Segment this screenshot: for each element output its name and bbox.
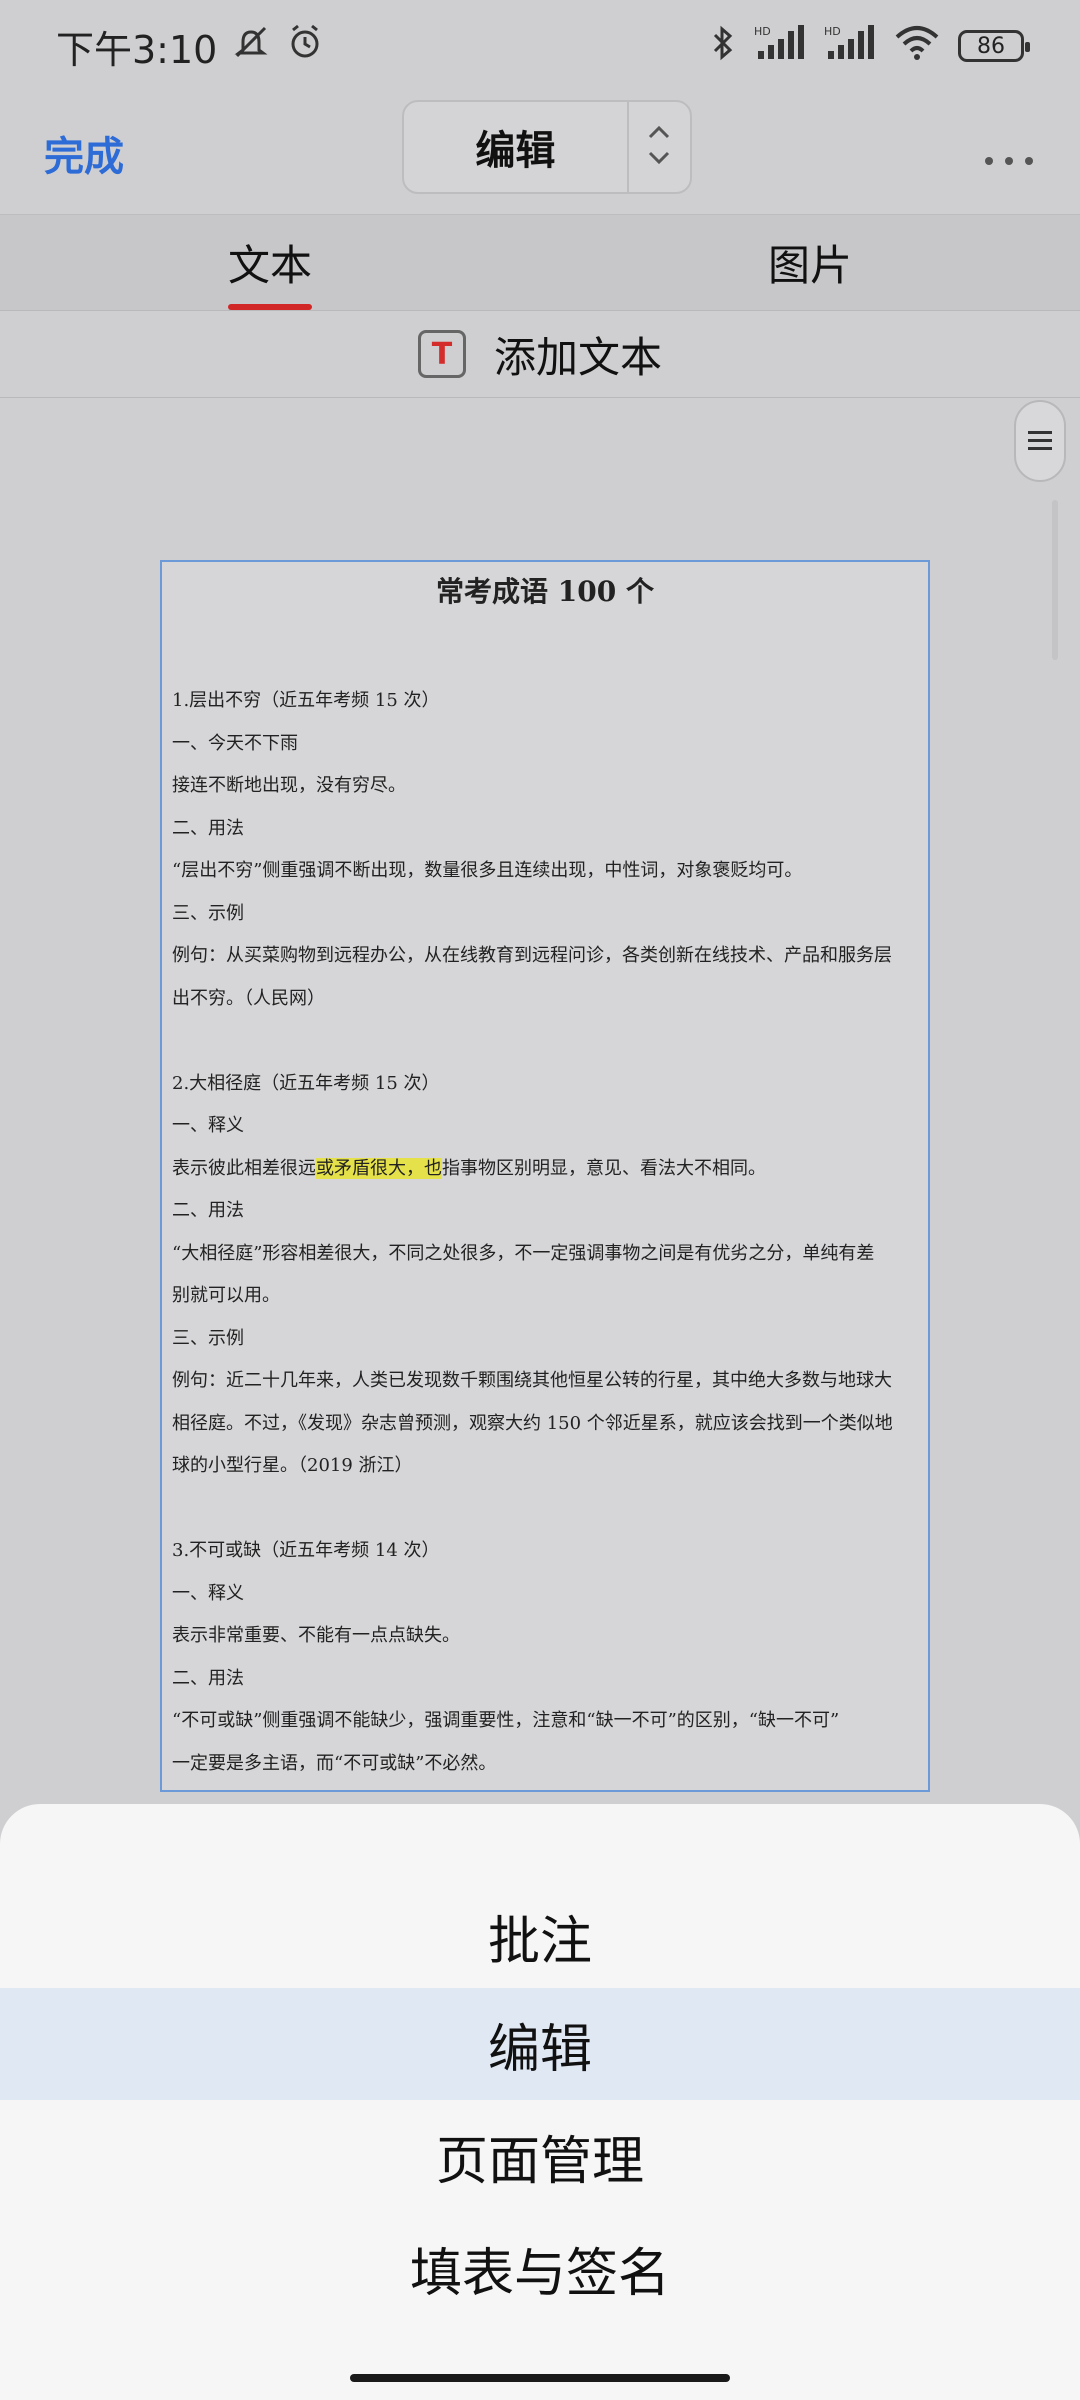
signal-hd-icon: HD (754, 23, 806, 70)
doc-line[interactable]: 相径庭。不过，《发现》杂志曾预测，观察大约 150 个邻近星系，就应该会找到一个… (172, 1403, 918, 1446)
doc-line[interactable]: 一、今天不下雨 (172, 723, 918, 766)
doc-line-highlighted[interactable]: 表示彼此相差很远或矛盾很大，也指事物区别明显，意见、看法大不相同。 (172, 1148, 918, 1191)
doc-line[interactable]: 例句：从买菜购物到远程办公，从在线教育到远程问诊，各类创新在线技术、产品和服务层 (172, 935, 918, 978)
doc-line[interactable]: “大相径庭”形容相差很大，不同之处很多，不一定强调事物之间是有优劣之分，单纯有差 (172, 1233, 918, 1276)
doc-line[interactable]: 例句：近二十几年来，人类已发现数千颗围绕其他恒星公转的行星，其中绝大多数与地球大 (172, 1360, 918, 1403)
edit-tabs: 文本 图片 (0, 214, 1080, 310)
document-title[interactable]: 常考成语 100 个 (172, 562, 918, 622)
doc-line[interactable]: 二、用法 (172, 1658, 918, 1701)
document-text-block[interactable]: 1.层出不穷（近五年考频 15 次） 一、今天不下雨 接连不断地出现，没有穷尽。… (172, 680, 918, 1785)
more-icon (985, 156, 1033, 165)
doc-line[interactable]: 别就可以用。 (172, 1275, 918, 1318)
top-toolbar: 完成 编辑 (0, 92, 1080, 214)
status-left: 下午3:10 (56, 19, 325, 74)
mode-arrows[interactable] (626, 102, 690, 192)
doc-line-blank (172, 1020, 918, 1063)
side-menu-handle[interactable] (1014, 400, 1066, 482)
doc-line[interactable]: 3.不可或缺（近五年考频 14 次） (172, 1530, 918, 1573)
doc-line[interactable]: 一定要是多主语，而“不可或缺”不必然。 (172, 1743, 918, 1786)
chevron-up-icon (647, 121, 671, 147)
doc-line[interactable]: 2.大相径庭（近五年考频 15 次） (172, 1063, 918, 1106)
sheet-item-fill-sign[interactable]: 填表与签名 (0, 2212, 1080, 2324)
doc-line[interactable]: “层出不穷”侧重强调不断出现，数量很多且连续出现，中性词，对象褒贬均可。 (172, 850, 918, 893)
doc-line[interactable]: 一、释义 (172, 1105, 918, 1148)
scrollbar[interactable] (1052, 500, 1058, 660)
bluetooth-icon (710, 23, 736, 70)
add-text-button[interactable]: T 添加文本 (0, 310, 1080, 398)
menu-icon (1028, 431, 1052, 450)
doc-line[interactable]: 三、示例 (172, 1318, 918, 1361)
alarm-icon (285, 22, 325, 71)
doc-line-blank (172, 1488, 918, 1531)
chevron-down-icon (647, 147, 671, 173)
mode-label[interactable]: 编辑 (404, 102, 627, 192)
add-text-label: 添加文本 (493, 332, 662, 382)
doc-line[interactable]: 球的小型行星。（2019 浙江） (172, 1445, 918, 1488)
mode-bottom-sheet: 批注 编辑 页面管理 填表与签名 (0, 1804, 1080, 2400)
status-bar: 下午3:10 HD HD 86 (0, 0, 1080, 92)
battery-level: 86 (977, 33, 1005, 59)
mute-icon (231, 22, 271, 71)
doc-line[interactable]: 表示非常重要、不能有一点点缺失。 (172, 1615, 918, 1658)
more-options-button[interactable] (982, 129, 1036, 178)
battery-icon: 86 (958, 30, 1030, 62)
svg-text:HD: HD (754, 25, 771, 38)
doc-line[interactable]: 接连不断地出现，没有穷尽。 (172, 765, 918, 808)
sheet-item-edit[interactable]: 编辑 (0, 1988, 1080, 2100)
tab-image[interactable]: 图片 (540, 215, 1080, 310)
text-box-icon: T (417, 330, 466, 378)
doc-line[interactable]: 一、释义 (172, 1573, 918, 1616)
highlight-mark[interactable]: 或矛盾很大，也 (316, 1157, 442, 1179)
svg-text:HD: HD (824, 25, 841, 38)
mode-switcher[interactable]: 编辑 (402, 100, 692, 194)
wifi-icon (894, 23, 940, 70)
signal-hd-icon: HD (824, 23, 876, 70)
status-right: HD HD 86 (710, 23, 1030, 70)
doc-line[interactable]: 三、示例 (172, 893, 918, 936)
done-button[interactable]: 完成 (44, 124, 124, 182)
doc-line[interactable]: 1.层出不穷（近五年考频 15 次） (172, 680, 918, 723)
sheet-item-page-manage[interactable]: 页面管理 (0, 2100, 1080, 2212)
doc-line[interactable]: “不可或缺”侧重强调不能缺少，强调重要性，注意和“缺一不可”的区别，“缺一不可” (172, 1700, 918, 1743)
doc-line[interactable]: 二、用法 (172, 1190, 918, 1233)
sheet-item-annotate[interactable]: 批注 (0, 1880, 1080, 1992)
document-page[interactable]: 常考成语 100 个 1.层出不穷（近五年考频 15 次） 一、今天不下雨 接连… (160, 560, 930, 1792)
doc-line[interactable]: 二、用法 (172, 808, 918, 851)
home-indicator[interactable] (350, 2374, 730, 2382)
tab-text[interactable]: 文本 (0, 215, 540, 310)
doc-line[interactable]: 出不穷。（人民网） (172, 978, 918, 1021)
status-time: 下午3:10 (56, 27, 218, 72)
